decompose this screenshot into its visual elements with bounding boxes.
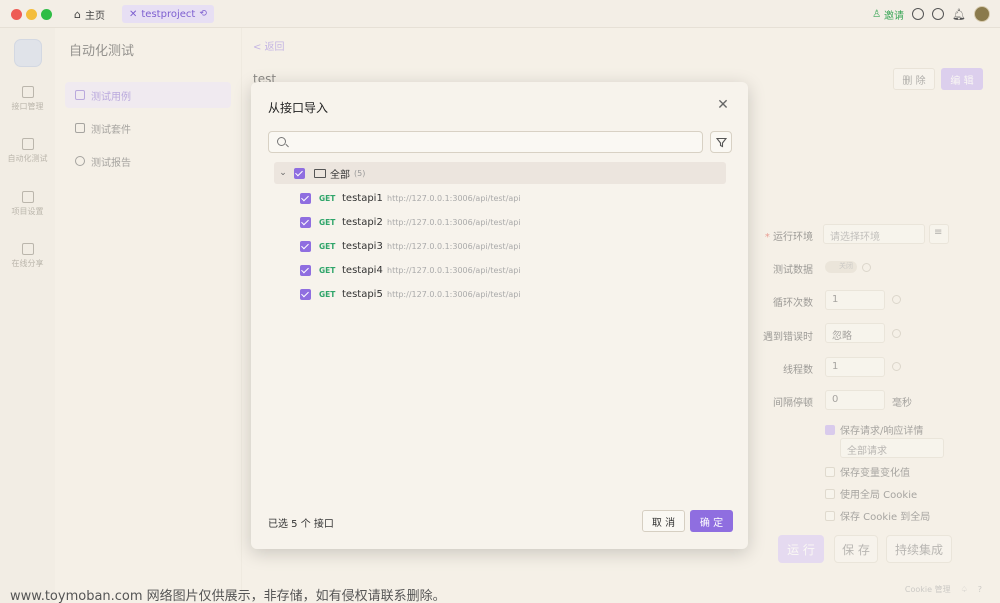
invite-button[interactable]: ♙ 邀请 <box>872 7 904 22</box>
search-icon <box>277 137 286 146</box>
method-badge: GET <box>319 289 336 299</box>
method-badge: GET <box>319 265 336 275</box>
method-badge: GET <box>319 193 336 203</box>
home-tab[interactable]: ⌂ 主页 <box>74 5 105 23</box>
dialog-title: 从接口导入 <box>268 101 329 115</box>
project-tab[interactable]: ✕ testproject ⟲ <box>122 5 214 23</box>
user-add-icon: ♙ <box>872 8 882 20</box>
api-name: testapi4 <box>342 264 383 276</box>
sync-icon: ⟲ <box>199 9 207 19</box>
api-item[interactable]: GET testapi3 http://127.0.0.1:3006/api/t… <box>300 236 720 256</box>
tree-root-all[interactable]: ⌄ 全部 (5) <box>274 162 726 184</box>
refresh-icon[interactable] <box>912 8 925 20</box>
api-name: testapi1 <box>342 192 383 204</box>
maximize-window-button[interactable] <box>41 9 52 20</box>
api-item[interactable]: GET testapi2 http://127.0.0.1:3006/api/t… <box>300 212 720 232</box>
close-icon[interactable]: ✕ <box>717 98 729 112</box>
bell-icon[interactable]: 🔔︎ <box>952 8 966 21</box>
folder-icon <box>314 168 326 178</box>
watermark-text: www.toymoban.com 网络图片仅供展示，非存储，如有侵权请联系删除。 <box>10 589 446 603</box>
api-item[interactable]: GET testapi5 http://127.0.0.1:3006/api/t… <box>300 284 720 304</box>
api-url: http://127.0.0.1:3006/api/test/api <box>387 193 521 203</box>
root-label: 全部 <box>330 169 350 181</box>
title-bar: ⌂ 主页 ✕ testproject ⟲ ♙ 邀请 🔔︎ <box>0 0 1000 28</box>
api-url: http://127.0.0.1:3006/api/test/api <box>387 217 521 227</box>
api-name: testapi3 <box>342 240 383 252</box>
api-item[interactable]: GET testapi4 http://127.0.0.1:3006/api/t… <box>300 260 720 280</box>
invite-label: 邀请 <box>884 10 905 22</box>
chevron-down-icon[interactable]: ⌄ <box>276 168 290 178</box>
api-checkbox[interactable] <box>300 288 311 300</box>
confirm-button[interactable]: 确 定 <box>690 510 733 532</box>
avatar[interactable] <box>974 6 990 22</box>
search-box[interactable] <box>268 131 703 153</box>
close-tab-icon[interactable]: ✕ <box>129 9 137 20</box>
home-icon: ⌂ <box>74 7 81 21</box>
home-tab-label: 主页 <box>84 10 105 22</box>
root-count: (5) <box>354 168 366 178</box>
api-name: testapi2 <box>342 216 383 228</box>
api-name: testapi5 <box>342 288 383 300</box>
project-tab-label: testproject <box>141 8 196 20</box>
search-input[interactable] <box>291 134 696 150</box>
root-checkbox[interactable] <box>294 167 305 179</box>
import-dialog: 从接口导入 ✕ ⌄ 全部 (5) GET testapi1 http://127… <box>251 82 748 549</box>
api-checkbox[interactable] <box>300 240 311 252</box>
method-badge: GET <box>319 217 336 227</box>
api-url: http://127.0.0.1:3006/api/test/api <box>387 289 521 299</box>
selected-count: 已选 5 个 接口 <box>268 519 334 530</box>
api-url: http://127.0.0.1:3006/api/test/api <box>387 265 521 275</box>
api-checkbox[interactable] <box>300 192 311 204</box>
close-window-button[interactable] <box>11 9 22 20</box>
api-checkbox[interactable] <box>300 264 311 276</box>
api-checkbox[interactable] <box>300 216 311 228</box>
filter-icon <box>715 137 727 147</box>
method-badge: GET <box>319 241 336 251</box>
minimize-window-button[interactable] <box>26 9 37 20</box>
api-url: http://127.0.0.1:3006/api/test/api <box>387 241 521 251</box>
api-item[interactable]: GET testapi1 http://127.0.0.1:3006/api/t… <box>300 188 720 208</box>
gear-icon[interactable] <box>932 8 945 20</box>
filter-button[interactable] <box>710 131 732 153</box>
cancel-button[interactable]: 取 消 <box>642 510 685 532</box>
